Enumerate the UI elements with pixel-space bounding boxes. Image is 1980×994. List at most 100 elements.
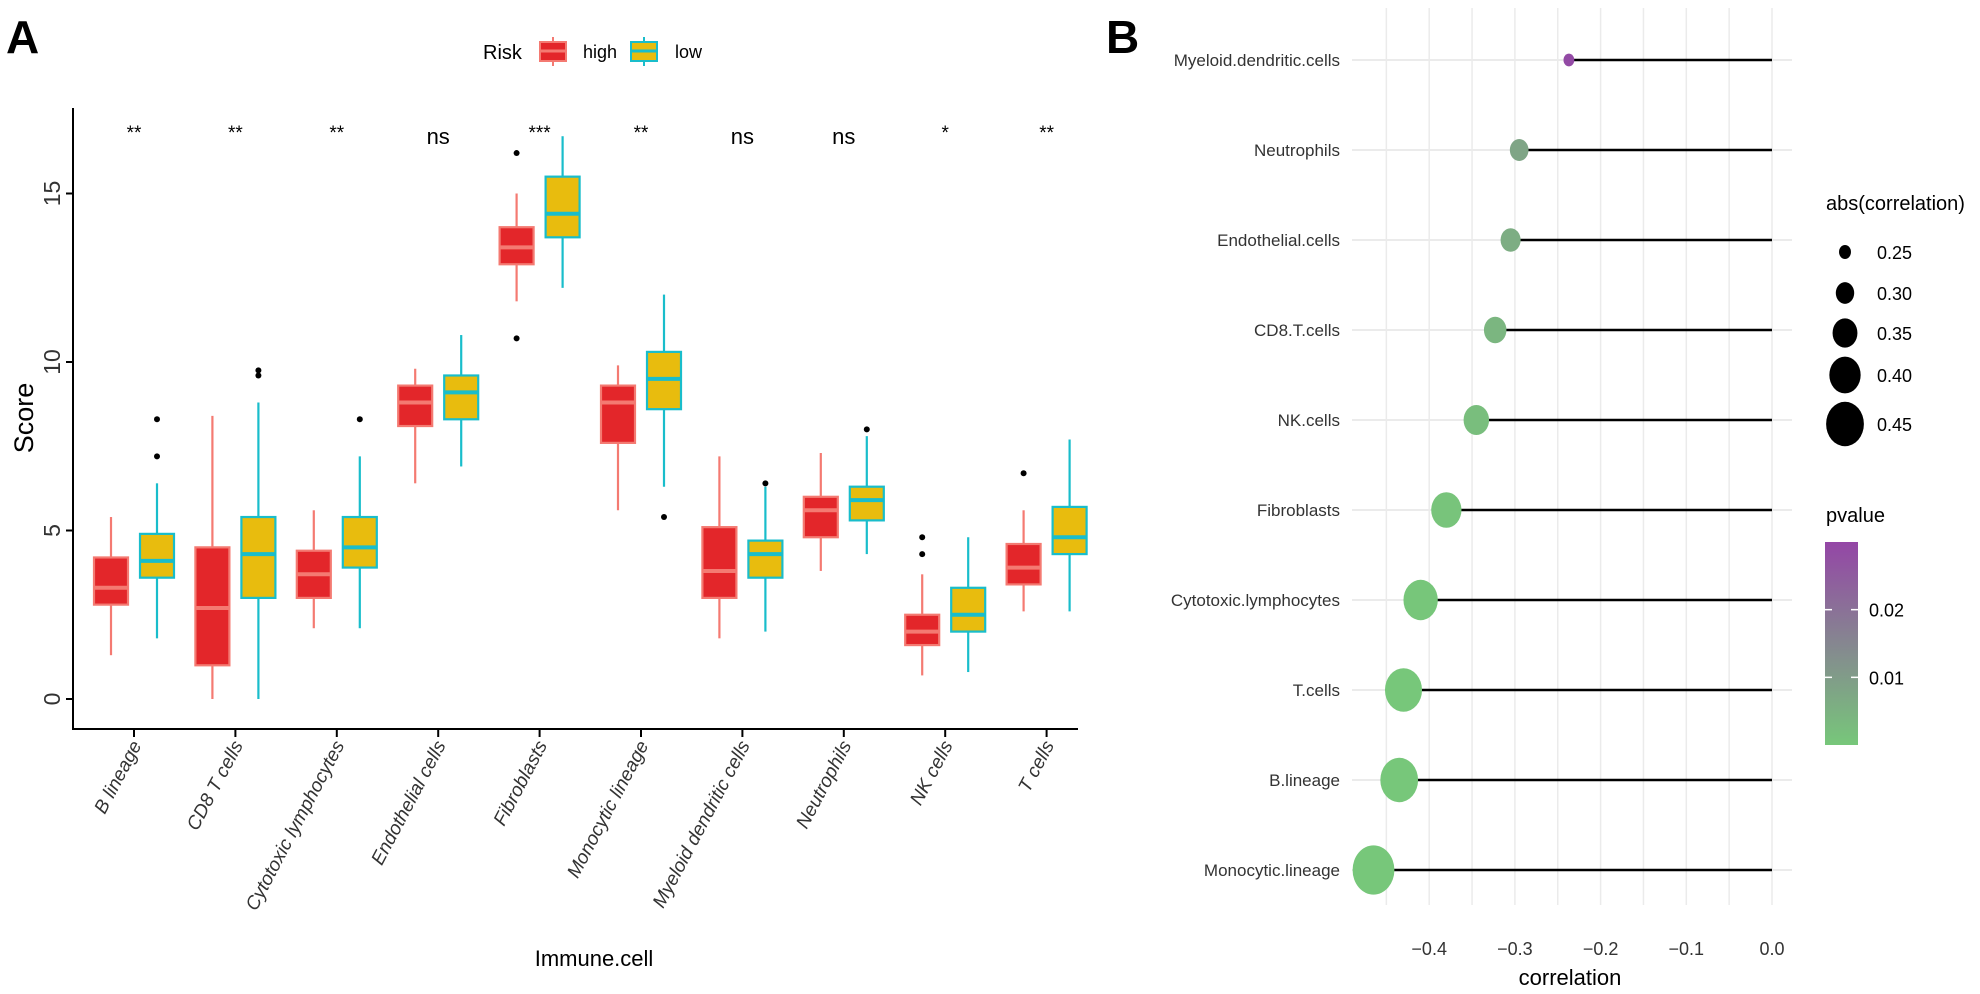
color-legend-title: pvalue xyxy=(1826,505,1885,527)
size-legend-label: 0.35 xyxy=(1877,324,1912,344)
color-legend-bar xyxy=(1825,542,1858,745)
significance-label: ** xyxy=(228,123,243,144)
boxplots xyxy=(92,136,1088,699)
outlier-point xyxy=(154,453,160,460)
outlier-point xyxy=(863,426,870,433)
box xyxy=(747,539,784,579)
figure: A Risk high low 051015 ** ** ** ns *** ** ns ns… xyxy=(6,8,1965,990)
box xyxy=(138,532,176,579)
outlier-point xyxy=(513,335,520,342)
significance-label: ** xyxy=(634,123,649,144)
x-tick-label: NK cells xyxy=(906,737,957,809)
x-tick-label: −0.1 xyxy=(1669,939,1705,959)
boxplot-low xyxy=(950,537,987,673)
panel-a: A Risk high low 051015 ** ** ** ns *** ** ns ns… xyxy=(6,11,1088,971)
x-tick-label: T cells xyxy=(1015,737,1060,796)
x-tick-label: CD8 T cells xyxy=(183,737,248,834)
boxplot-high xyxy=(92,517,130,656)
lollipop-point xyxy=(1563,53,1575,67)
lollipop-point xyxy=(1403,579,1438,621)
outlier-point xyxy=(356,416,363,423)
lollipop-point xyxy=(1483,316,1507,344)
box xyxy=(1005,542,1042,586)
boxplot-high xyxy=(701,456,738,639)
box xyxy=(443,374,480,421)
outlier-point xyxy=(1020,470,1027,477)
x-tick-label: Endothelial cells xyxy=(368,737,451,869)
significance-label: ns xyxy=(832,124,855,149)
significance-labels: ** ** ** ns *** ** ns ns * ** xyxy=(127,123,1055,149)
category-label: Cytotoxic.lymphocytes xyxy=(1171,591,1340,610)
y-ticks: 0 5 10 15 xyxy=(39,181,73,706)
outlier-point xyxy=(919,534,926,541)
x-tick-label: Fibroblasts xyxy=(490,737,552,829)
legend-title: Risk xyxy=(483,42,523,64)
x-ticks: −0.4 −0.3 −0.2 −0.1 0.0 xyxy=(1411,939,1784,959)
x-tick-label: Neutrophils xyxy=(793,737,857,832)
size-legend-label: 0.40 xyxy=(1877,366,1912,386)
x-tick-label: B lineage xyxy=(91,737,147,817)
box xyxy=(397,384,434,428)
significance-label: ** xyxy=(127,123,142,144)
outlier-point xyxy=(513,150,520,157)
box xyxy=(599,384,637,444)
panel-b-letter: B xyxy=(1106,11,1139,63)
category-label: Myeloid.dendritic.cells xyxy=(1174,51,1340,70)
y-tick-label: 0 xyxy=(39,693,65,706)
size-legend-label: 0.25 xyxy=(1877,243,1912,263)
lollipop-point xyxy=(1500,228,1521,252)
size-legend-dot xyxy=(1826,401,1864,447)
color-legend-label: 0.01 xyxy=(1869,668,1904,688)
box xyxy=(341,515,378,569)
legend-key-high xyxy=(539,37,567,66)
x-tick-label: −0.2 xyxy=(1583,939,1619,959)
boxplot-high xyxy=(194,415,231,699)
grid-lines xyxy=(1352,8,1792,905)
lollipop-row: B.lineage xyxy=(1269,757,1772,803)
size-legend-label: 0.45 xyxy=(1877,415,1912,435)
outlier-point xyxy=(661,514,667,521)
x-tick-label: Cytotoxic lymphocytes xyxy=(242,737,350,914)
boxplot-low xyxy=(544,136,581,288)
boxplot-high xyxy=(904,534,941,676)
boxplot-high xyxy=(397,368,434,484)
category-label: B.lineage xyxy=(1269,771,1340,790)
legend-label-high: high xyxy=(583,42,617,62)
outlier-point xyxy=(154,416,160,423)
size-legend-label: 0.30 xyxy=(1877,284,1912,304)
lollipop-point xyxy=(1384,668,1423,712)
outlier-point xyxy=(919,551,926,558)
y-tick-label: 15 xyxy=(39,181,65,207)
x-axis-title: Immune.cell xyxy=(535,946,654,971)
boxplot-high xyxy=(802,452,839,571)
panel-a-letter: A xyxy=(6,11,39,63)
box xyxy=(544,175,581,239)
x-ticks: B lineage CD8 T cellsCytotoxic lymphocyte… xyxy=(91,729,1060,914)
lollipop-point xyxy=(1431,492,1462,528)
risk-legend: Risk high low xyxy=(483,37,703,66)
category-label: T.cells xyxy=(1293,681,1340,700)
outlier-point xyxy=(762,480,769,487)
boxplot-low xyxy=(645,294,683,521)
significance-label: ** xyxy=(329,123,344,144)
boxplot-low xyxy=(443,335,480,467)
boxplot-low xyxy=(138,416,176,639)
boxplot-low xyxy=(747,480,784,632)
significance-label: *** xyxy=(529,123,552,144)
y-axis-title: Score xyxy=(9,383,39,454)
legend-label-low: low xyxy=(675,42,703,62)
outlier-point xyxy=(255,367,262,374)
lollipop-point xyxy=(1509,139,1529,161)
box xyxy=(848,485,885,522)
color-legend: pvalue 0.02 0.01 xyxy=(1825,505,1904,745)
box xyxy=(950,586,987,633)
x-tick-label: Monocytic lineage xyxy=(563,737,653,881)
lollipop-point xyxy=(1380,757,1419,803)
x-tick-label: 0.0 xyxy=(1759,939,1784,959)
boxplot-low xyxy=(1051,439,1088,612)
boxplot-high xyxy=(498,150,535,342)
significance-label: * xyxy=(941,123,949,144)
category-label: Fibroblasts xyxy=(1257,501,1340,520)
category-label: Neutrophils xyxy=(1254,141,1340,160)
lollipop-point xyxy=(1352,845,1395,895)
